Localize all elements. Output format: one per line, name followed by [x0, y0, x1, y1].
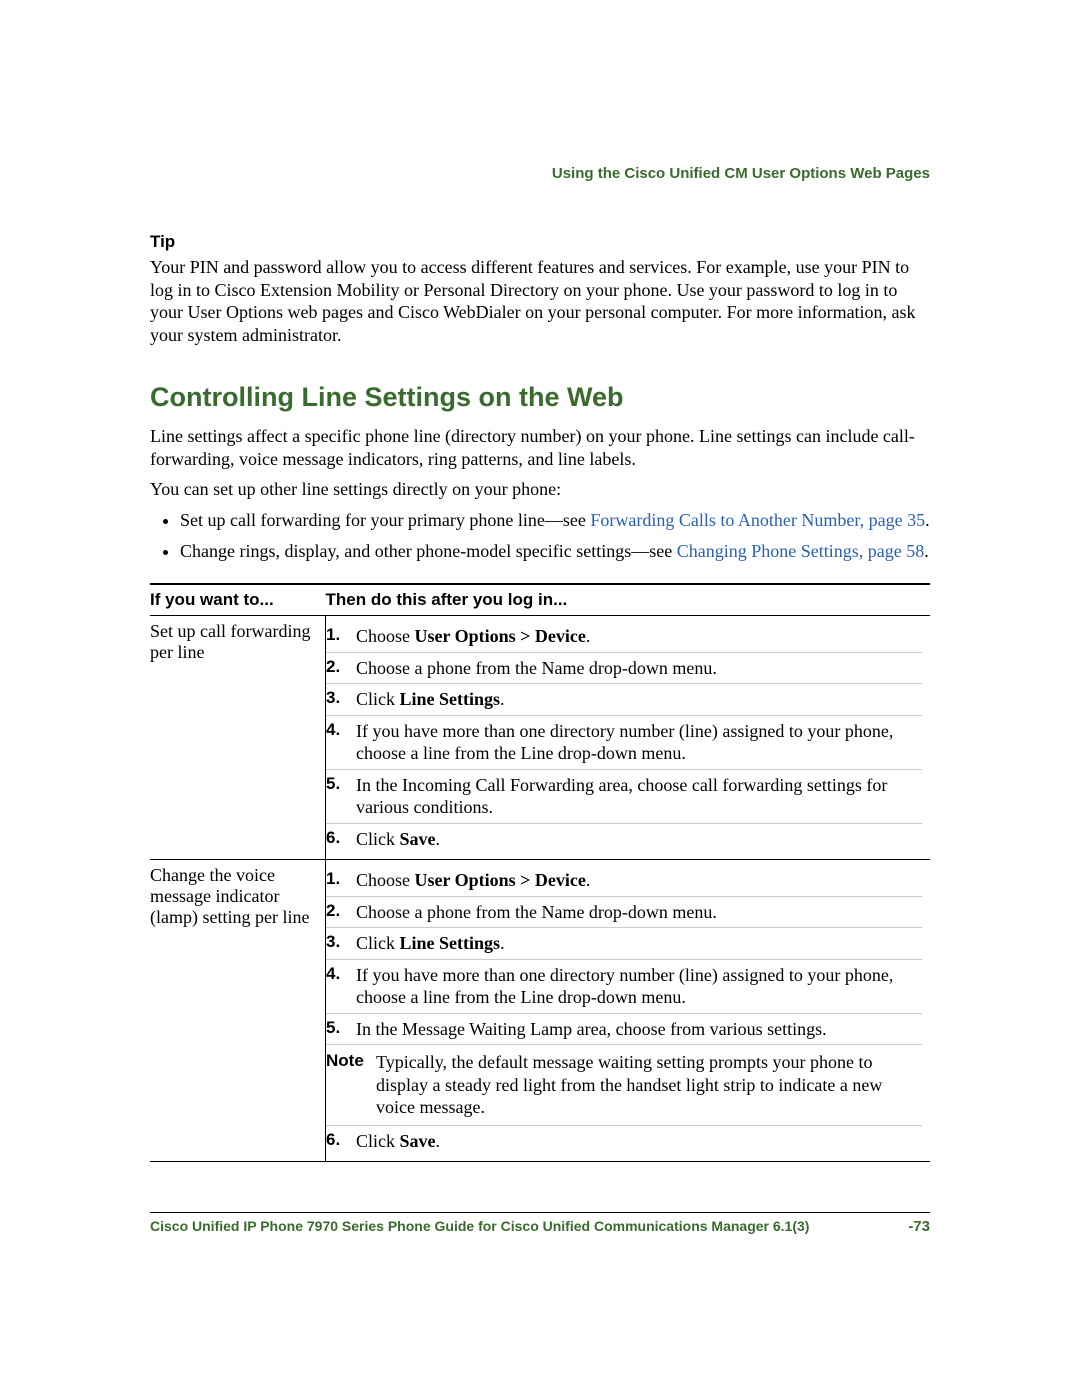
step-number: 1. [326, 869, 356, 892]
step: 3.Click Line Settings. [326, 684, 922, 716]
step-text: Click Line Settings. [356, 932, 922, 955]
bullet-text: . [925, 510, 930, 530]
list-item: Change rings, display, and other phone-m… [180, 540, 930, 563]
procedure-table: If you want to... Then do this after you… [150, 583, 930, 1162]
step-text: If you have more than one directory numb… [356, 720, 922, 765]
bullet-text: Change rings, display, and other phone-m… [180, 541, 677, 561]
step-number: 3. [326, 688, 356, 711]
steps-cell: 1.Choose User Options > Device. 2.Choose… [326, 860, 931, 1162]
step-text: In the Message Waiting Lamp area, choose… [356, 1018, 922, 1041]
table-row: Set up call forwarding per line 1.Choose… [150, 616, 930, 860]
step-text: Choose a phone from the Name drop-down m… [356, 657, 922, 680]
want-cell: Set up call forwarding per line [150, 616, 326, 860]
step: 4.If you have more than one directory nu… [326, 716, 922, 770]
step-number: 2. [326, 657, 356, 680]
step-number: 5. [326, 774, 356, 819]
step: 4.If you have more than one directory nu… [326, 960, 922, 1014]
running-header: Using the Cisco Unified CM User Options … [150, 165, 930, 182]
step-number: 2. [326, 901, 356, 924]
note-text: Typically, the default message waiting s… [376, 1051, 922, 1119]
step: 1.Choose User Options > Device. [326, 621, 922, 653]
step-text: Choose User Options > Device. [356, 625, 922, 648]
document-page: Using the Cisco Unified CM User Options … [0, 0, 1080, 1335]
section-heading: Controlling Line Settings on the Web [150, 382, 930, 413]
tip-body: Your PIN and password allow you to acces… [150, 256, 930, 346]
step-text: Choose a phone from the Name drop-down m… [356, 901, 922, 924]
step: 2.Choose a phone from the Name drop-down… [326, 897, 922, 929]
step-text: Choose User Options > Device. [356, 869, 922, 892]
note-label: Note [326, 1051, 376, 1119]
step-text: If you have more than one directory numb… [356, 964, 922, 1009]
steps-cell: 1.Choose User Options > Device. 2.Choose… [326, 616, 931, 860]
step-text: Click Save. [356, 828, 922, 851]
step: 5.In the Message Waiting Lamp area, choo… [326, 1014, 922, 1046]
cross-ref-link[interactable]: Changing Phone Settings, page 58 [677, 541, 924, 561]
footer-book-title: Cisco Unified IP Phone 7970 Series Phone… [150, 1218, 809, 1234]
bullet-list: Set up call forwarding for your primary … [150, 509, 930, 564]
step: 6.Click Save. [326, 824, 922, 855]
table-row: Change the voice message indicator (lamp… [150, 860, 930, 1162]
step-text: Click Save. [356, 1130, 922, 1153]
step: 5.In the Incoming Call Forwarding area, … [326, 770, 922, 824]
step-number: 5. [326, 1018, 356, 1041]
step-text: Click Line Settings. [356, 688, 922, 711]
table-header-col2: Then do this after you log in... [326, 584, 931, 616]
footer-page-number: -73 [908, 1218, 930, 1235]
cross-ref-link[interactable]: Forwarding Calls to Another Number, page… [590, 510, 925, 530]
step-number: 6. [326, 1130, 356, 1153]
step-text: In the Incoming Call Forwarding area, ch… [356, 774, 922, 819]
table-header-col1: If you want to... [150, 584, 326, 616]
step-number: 3. [326, 932, 356, 955]
want-cell: Change the voice message indicator (lamp… [150, 860, 326, 1162]
page-footer: Cisco Unified IP Phone 7970 Series Phone… [150, 1212, 930, 1235]
intro-paragraph-1: Line settings affect a specific phone li… [150, 425, 930, 470]
step-number: 1. [326, 625, 356, 648]
bullet-text: . [924, 541, 929, 561]
list-item: Set up call forwarding for your primary … [180, 509, 930, 532]
step-number: 4. [326, 964, 356, 1009]
note: Note Typically, the default message wait… [326, 1045, 922, 1126]
step-number: 4. [326, 720, 356, 765]
intro-paragraph-2: You can set up other line settings direc… [150, 478, 930, 501]
step: 2.Choose a phone from the Name drop-down… [326, 653, 922, 685]
step-number: 6. [326, 828, 356, 851]
step: 6.Click Save. [326, 1126, 922, 1157]
step: 1.Choose User Options > Device. [326, 865, 922, 897]
bullet-text: Set up call forwarding for your primary … [180, 510, 590, 530]
step: 3.Click Line Settings. [326, 928, 922, 960]
tip-label: Tip [150, 232, 930, 252]
